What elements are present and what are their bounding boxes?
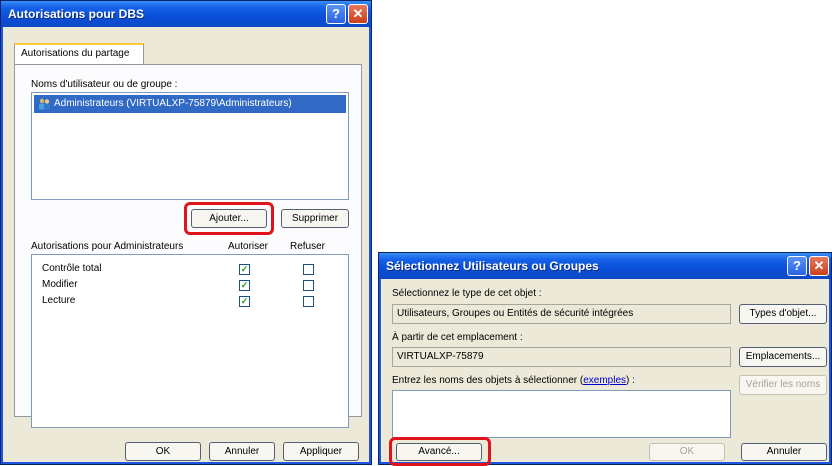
cancel-button-label: Annuler bbox=[766, 446, 802, 457]
apply-button[interactable]: Appliquer bbox=[283, 442, 359, 461]
users-label: Noms d'utilisateur ou de groupe : bbox=[31, 79, 178, 90]
user-group-icon bbox=[39, 98, 50, 110]
close-icon[interactable]: ✕ bbox=[809, 256, 829, 276]
users-list[interactable]: Administrateurs (VIRTUALXP-75879\Adminis… bbox=[31, 92, 349, 200]
allow-checkbox[interactable]: ✓ bbox=[239, 280, 250, 291]
names-label-suffix: ) : bbox=[626, 375, 635, 386]
permission-name: Contrôle total bbox=[42, 263, 102, 274]
ok-button-label: OK bbox=[679, 446, 695, 457]
object-type-value: Utilisateurs, Groupes ou Entités de sécu… bbox=[397, 308, 634, 319]
user-group-name: Administrateurs (VIRTUALXP-75879\Adminis… bbox=[54, 98, 292, 109]
allow-header: Autoriser bbox=[228, 241, 269, 252]
permissions-dialog: Autorisations pour DBS ? ✕ Autorisations… bbox=[0, 0, 372, 465]
advanced-button-highlight bbox=[389, 437, 491, 466]
allow-checkbox[interactable]: ✓ bbox=[239, 264, 250, 275]
check-names-button[interactable]: Vérifier les noms bbox=[739, 375, 827, 395]
allow-checkbox[interactable]: ✓ bbox=[239, 296, 250, 307]
permissions-dialog-titlebar[interactable]: Autorisations pour DBS ? ✕ bbox=[1, 1, 371, 27]
ok-button[interactable]: OK bbox=[125, 442, 201, 461]
object-type-field: Utilisateurs, Groupes ou Entités de sécu… bbox=[392, 304, 731, 324]
permissions-dialog-title: Autorisations pour DBS bbox=[8, 7, 145, 21]
help-icon[interactable]: ? bbox=[787, 256, 807, 276]
select-users-titlebar[interactable]: Sélectionnez Utilisateurs ou Groupes ? ✕ bbox=[379, 253, 831, 279]
ok-button[interactable]: OK bbox=[649, 443, 725, 461]
deny-checkbox[interactable] bbox=[303, 280, 314, 291]
permission-name: Lecture bbox=[42, 295, 76, 306]
object-names-input[interactable] bbox=[392, 390, 731, 438]
deny-checkbox[interactable] bbox=[303, 296, 314, 307]
list-item[interactable]: Administrateurs (VIRTUALXP-75879\Adminis… bbox=[34, 95, 346, 113]
cancel-button[interactable]: Annuler bbox=[741, 443, 827, 461]
cancel-button[interactable]: Annuler bbox=[209, 442, 275, 461]
deny-header: Refuser bbox=[290, 241, 326, 252]
location-field: VIRTUALXP-75879 bbox=[392, 347, 731, 367]
check-names-button-label: Vérifier les noms bbox=[745, 379, 821, 390]
apply-button-label: Appliquer bbox=[299, 446, 343, 457]
examples-link[interactable]: exemples bbox=[583, 375, 626, 386]
remove-button-label: Supprimer bbox=[291, 213, 339, 224]
deny-checkbox[interactable] bbox=[303, 264, 314, 275]
object-types-button-label: Types d'objet... bbox=[749, 308, 817, 319]
remove-button[interactable]: Supprimer bbox=[281, 209, 349, 228]
locations-button[interactable]: Emplacements... bbox=[739, 347, 827, 367]
permission-name: Modifier bbox=[42, 279, 78, 290]
object-types-button[interactable]: Types d'objet... bbox=[739, 304, 827, 324]
select-users-dialog: Sélectionnez Utilisateurs ou Groupes ? ✕… bbox=[378, 252, 832, 466]
cancel-button-label: Annuler bbox=[224, 446, 260, 457]
location-value: VIRTUALXP-75879 bbox=[397, 351, 484, 362]
tab-share-permissions[interactable]: Autorisations du partage bbox=[14, 43, 144, 65]
permissions-header: Autorisations pour Administrateurs bbox=[31, 241, 184, 252]
help-icon[interactable]: ? bbox=[326, 4, 346, 24]
permissions-list[interactable]: Contrôle total ✓ Modifier ✓ Lecture ✓ bbox=[31, 254, 349, 428]
ok-button-label: OK bbox=[155, 446, 171, 457]
location-label: À partir de cet emplacement : bbox=[392, 332, 523, 343]
close-icon[interactable]: ✕ bbox=[348, 4, 368, 24]
add-button-highlight bbox=[184, 202, 274, 235]
locations-button-label: Emplacements... bbox=[745, 351, 821, 362]
names-label: Entrez les noms des objets à sélectionne… bbox=[392, 375, 635, 386]
tab-share-permissions-label: Autorisations du partage bbox=[21, 48, 130, 59]
object-type-label: Sélectionnez le type de cet objet : bbox=[392, 288, 542, 299]
select-users-title: Sélectionnez Utilisateurs ou Groupes bbox=[386, 259, 599, 273]
names-label-prefix: Entrez les noms des objets à sélectionne… bbox=[392, 375, 584, 386]
